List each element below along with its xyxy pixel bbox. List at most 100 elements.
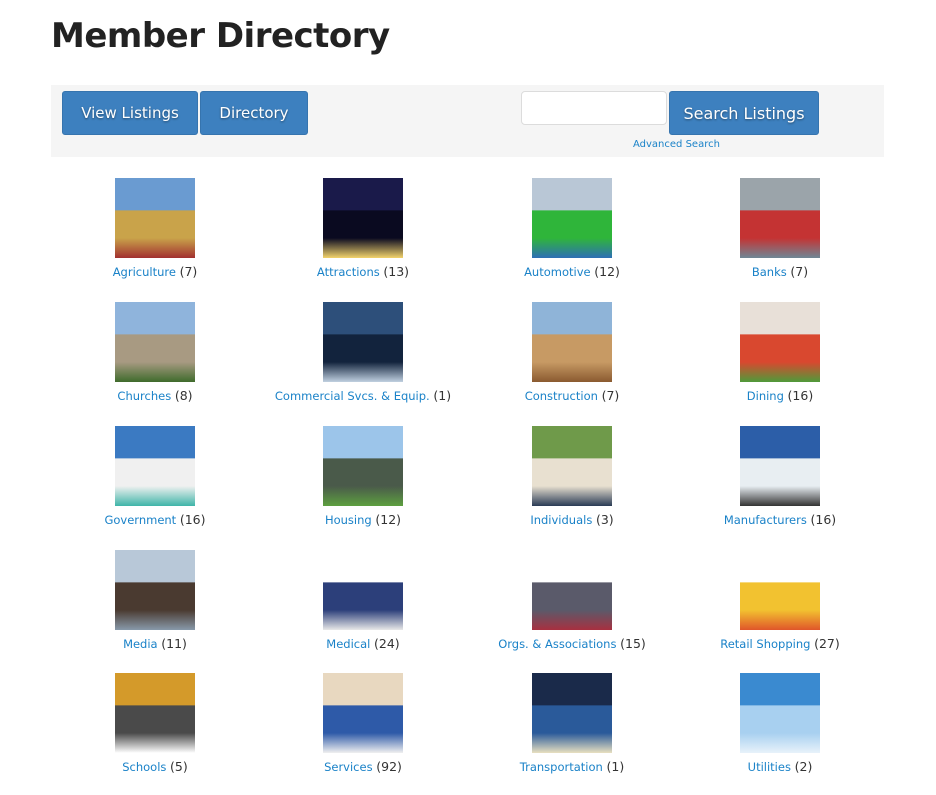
category-caption: Construction (7): [468, 388, 676, 403]
category-caption: Commercial Svcs. & Equip. (1): [259, 388, 467, 403]
category-caption: Transportation (1): [468, 759, 676, 774]
category-caption: Churches (8): [51, 388, 259, 403]
factory-smokestacks-image[interactable]: [740, 426, 820, 506]
category-item: Schools (5): [51, 673, 259, 774]
category-link[interactable]: Dining: [747, 389, 784, 403]
office-team-image[interactable]: [323, 673, 403, 753]
category-count: (1): [606, 759, 625, 774]
family-in-park-image[interactable]: [532, 426, 612, 506]
category-caption: Attractions (13): [259, 264, 467, 279]
category-link[interactable]: Media: [123, 637, 158, 651]
category-count: (27): [814, 636, 840, 651]
salad-bowl-image[interactable]: [740, 302, 820, 382]
category-caption: Retail Shopping (27): [676, 636, 884, 651]
category-caption: Media (11): [51, 636, 259, 651]
category-link[interactable]: Government: [104, 513, 176, 527]
category-link[interactable]: Utilities: [748, 760, 791, 774]
category-item: Medical (24): [259, 550, 467, 651]
medical-staff-group-image[interactable]: [323, 550, 403, 630]
category-item: Banks (7): [676, 178, 884, 279]
category-count: (92): [376, 759, 402, 774]
category-count: (15): [620, 636, 646, 651]
category-caption: Services (92): [259, 759, 467, 774]
category-caption: Housing (12): [259, 512, 467, 527]
category-item: Churches (8): [51, 302, 259, 403]
category-item: Manufacturers (16): [676, 426, 884, 527]
search-input[interactable]: [521, 91, 667, 125]
category-count: (5): [170, 759, 188, 774]
category-item: Retail Shopping (27): [676, 550, 884, 651]
category-caption: Medical (24): [259, 636, 467, 651]
category-caption: Banks (7): [676, 264, 884, 279]
category-count: (12): [594, 264, 620, 279]
combine-harvester-wheat-field-image[interactable]: [115, 178, 195, 258]
category-link[interactable]: Agriculture: [113, 265, 176, 279]
category-count: (12): [375, 512, 402, 527]
category-count: (11): [161, 636, 187, 651]
directory-button[interactable]: Directory: [200, 91, 308, 135]
view-listings-button[interactable]: View Listings: [62, 91, 198, 135]
suburban-house-image[interactable]: [323, 426, 403, 506]
category-count: (2): [794, 759, 813, 774]
category-link[interactable]: Churches: [117, 389, 171, 403]
category-count: (8): [174, 388, 193, 403]
school-bus-children-image[interactable]: [115, 673, 195, 753]
category-count: (7): [179, 264, 198, 279]
category-link[interactable]: Automotive: [524, 265, 591, 279]
category-link[interactable]: Housing: [325, 513, 372, 527]
category-count: (7): [601, 388, 620, 403]
atm-machine-image[interactable]: [740, 178, 820, 258]
people-with-green-car-image[interactable]: [532, 178, 612, 258]
welder-in-workshop-image[interactable]: [323, 302, 403, 382]
category-link[interactable]: Commercial Svcs. & Equip.: [275, 389, 430, 403]
category-link[interactable]: Attractions: [317, 265, 380, 279]
category-caption: Agriculture (7): [51, 264, 259, 279]
category-caption: Schools (5): [51, 759, 259, 774]
category-item: Housing (12): [259, 426, 467, 527]
category-link[interactable]: Banks: [752, 265, 787, 279]
category-link[interactable]: Construction: [525, 389, 598, 403]
category-caption: Orgs. & Associations (15): [468, 636, 676, 651]
shopping-bags-image[interactable]: [740, 550, 820, 630]
route-66-sign-night-image[interactable]: [323, 178, 403, 258]
category-count: (16): [787, 388, 814, 403]
category-item: Agriculture (7): [51, 178, 259, 279]
category-item: Dining (16): [676, 302, 884, 403]
tv-studio-anchor-image[interactable]: [115, 550, 195, 630]
category-item: Individuals (3): [468, 426, 676, 527]
category-link[interactable]: Retail Shopping: [720, 637, 810, 651]
advanced-search-link[interactable]: Advanced Search: [633, 139, 720, 150]
category-link[interactable]: Transportation: [520, 760, 603, 774]
category-count: (7): [790, 264, 809, 279]
category-link[interactable]: Manufacturers: [724, 513, 807, 527]
category-link[interactable]: Individuals: [530, 513, 592, 527]
category-item: Automotive (12): [468, 178, 676, 279]
group-of-people-image[interactable]: [532, 550, 612, 630]
category-count: (13): [383, 264, 410, 279]
category-item: Government (16): [51, 426, 259, 527]
page-title: Member Directory: [51, 16, 390, 56]
category-link[interactable]: Orgs. & Associations: [498, 637, 616, 651]
category-count: (16): [810, 512, 837, 527]
power-lines-image[interactable]: [740, 673, 820, 753]
directory-toolbar: View Listings Directory Search Listings …: [51, 85, 884, 157]
category-item: Media (11): [51, 550, 259, 651]
category-item: Construction (7): [468, 302, 676, 403]
category-count: (1): [433, 388, 452, 403]
taxi-cab-image[interactable]: [532, 673, 612, 753]
category-item: Orgs. & Associations (15): [468, 550, 676, 651]
wooden-house-frame-image[interactable]: [532, 302, 612, 382]
category-item: Utilities (2): [676, 673, 884, 774]
category-link[interactable]: Schools: [122, 760, 166, 774]
category-caption: Individuals (3): [468, 512, 676, 527]
columned-government-building-image[interactable]: [115, 426, 195, 506]
stone-church-image[interactable]: [115, 302, 195, 382]
category-link[interactable]: Medical: [326, 637, 370, 651]
category-link[interactable]: Services: [324, 760, 373, 774]
category-item: Transportation (1): [468, 673, 676, 774]
category-count: (24): [374, 636, 400, 651]
search-listings-button[interactable]: Search Listings: [669, 91, 819, 135]
category-caption: Dining (16): [676, 388, 884, 403]
category-caption: Manufacturers (16): [676, 512, 884, 527]
category-item: Attractions (13): [259, 178, 467, 279]
